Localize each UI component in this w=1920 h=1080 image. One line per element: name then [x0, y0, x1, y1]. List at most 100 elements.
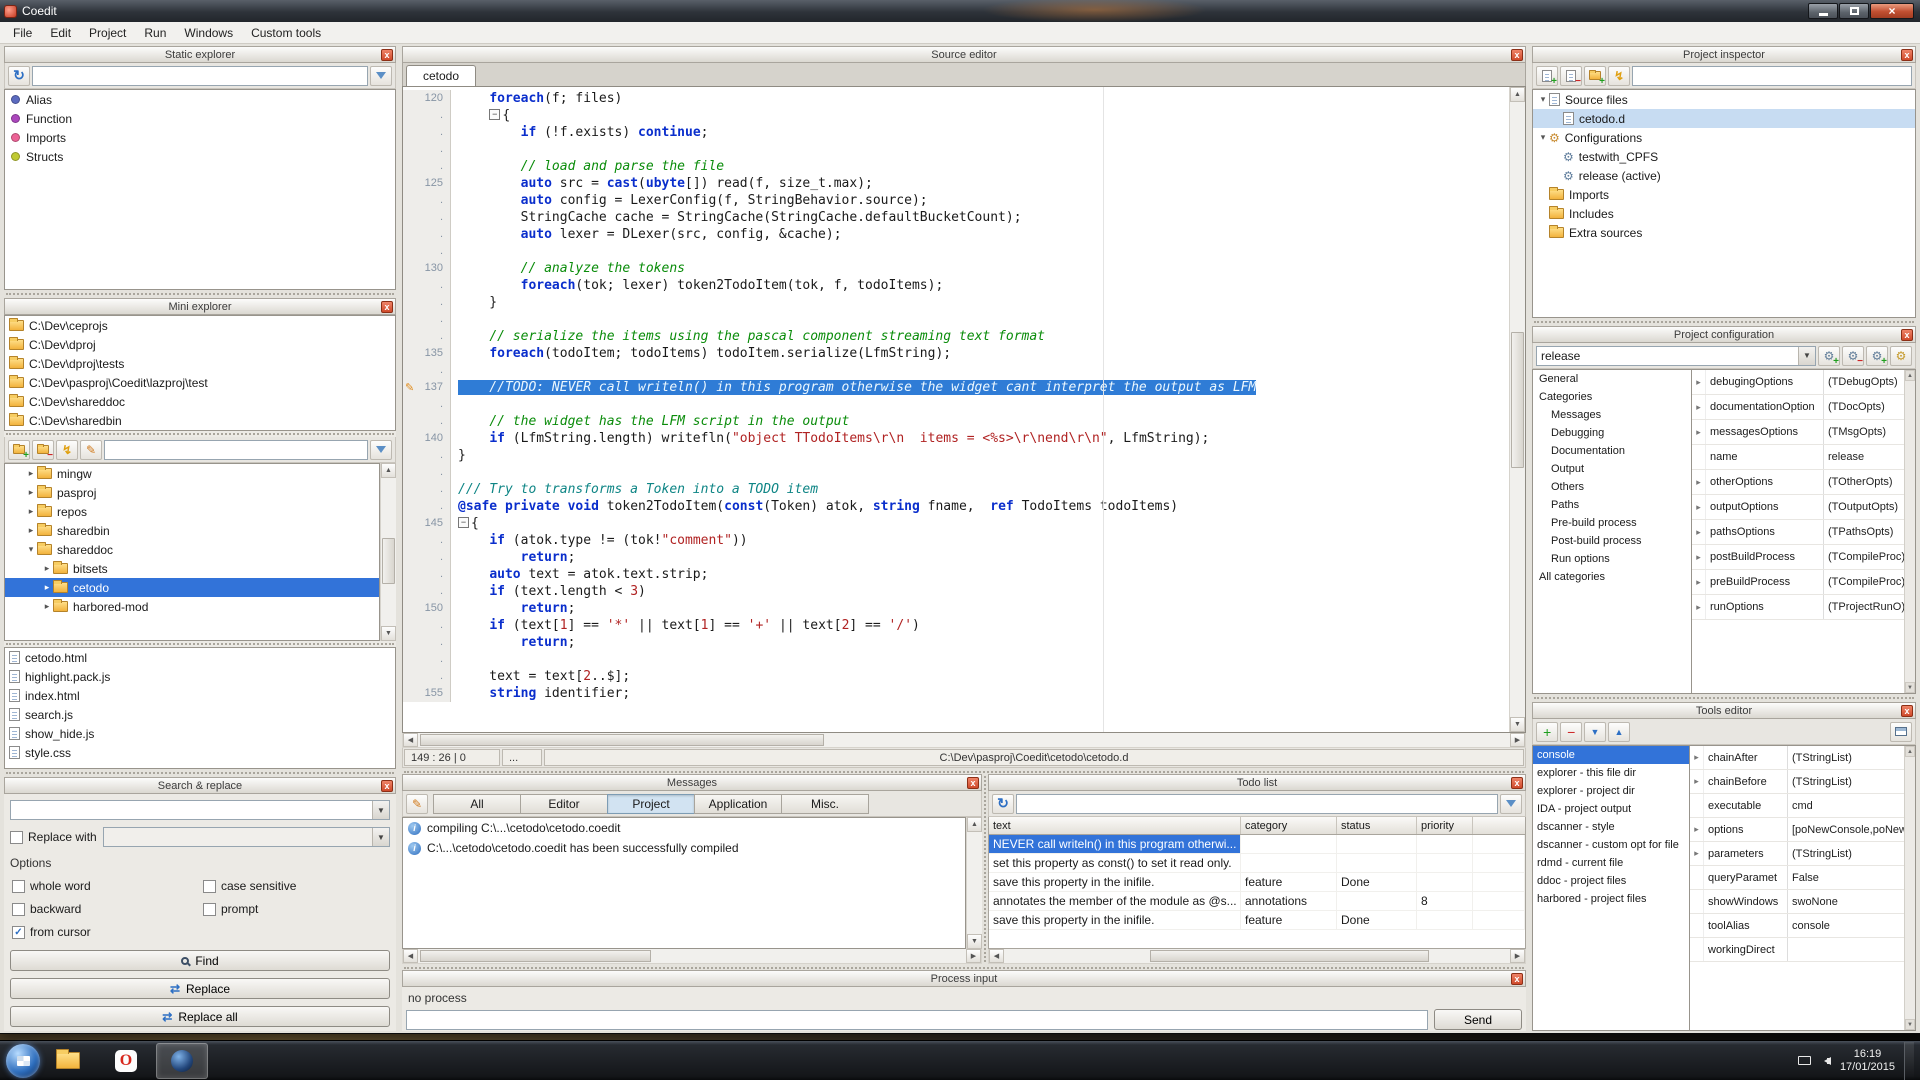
- todo-horizontal-scrollbar[interactable]: ◀ ▶: [988, 949, 1526, 964]
- gutter-cell[interactable]: .: [403, 209, 451, 226]
- messages-options-button[interactable]: ✎: [406, 794, 428, 814]
- code-line[interactable]: . auto lexer = DLexer(src, config, &cach…: [403, 226, 1509, 243]
- code-line[interactable]: 135 foreach(todoItem; todoItems) todoIte…: [403, 345, 1509, 362]
- inspector-filter-input[interactable]: [1632, 66, 1912, 86]
- explorer-tree-node[interactable]: ▾shareddoc: [5, 540, 379, 559]
- todo-table[interactable]: NEVER call writeln() in this program oth…: [988, 835, 1526, 949]
- code-line[interactable]: ✎137 //TODO: NEVER call writeln() in thi…: [403, 379, 1509, 396]
- messages-filter-editor[interactable]: Editor: [520, 794, 608, 814]
- property-row[interactable]: ▸preBuildProcess(TCompileProc): [1692, 570, 1904, 595]
- code-line[interactable]: .: [403, 362, 1509, 379]
- inspector-node[interactable]: ⚙testwith_CPFS: [1533, 147, 1915, 166]
- splitter-handle[interactable]: [4, 290, 396, 298]
- scroll-down-icon[interactable]: ▼: [1510, 717, 1525, 732]
- filter-button[interactable]: [370, 66, 392, 86]
- open-shell-button[interactable]: ↯: [56, 440, 78, 460]
- code-line[interactable]: . auto config = LexerConfig(f, StringBeh…: [403, 192, 1509, 209]
- tab-cetodo[interactable]: cetodo: [406, 65, 476, 86]
- project-wizard-button[interactable]: ↯: [1608, 66, 1630, 86]
- scroll-down-icon[interactable]: ▼: [1905, 1019, 1915, 1030]
- splitter-handle[interactable]: [4, 431, 396, 437]
- file-item[interactable]: show_hide.js: [5, 724, 395, 743]
- gutter-cell[interactable]: 140: [403, 430, 451, 447]
- messages-horizontal-scrollbar[interactable]: ◀ ▶: [402, 949, 982, 964]
- replace-with-checkbox[interactable]: Replace with: [10, 828, 97, 846]
- config-category-item[interactable]: Post-build process: [1533, 532, 1691, 550]
- gutter-cell[interactable]: .: [403, 396, 451, 413]
- inspector-node[interactable]: cetodo.d: [1533, 109, 1915, 128]
- property-row[interactable]: queryParametFalse: [1690, 866, 1904, 890]
- static-explorer-filter-input[interactable]: [32, 66, 368, 86]
- scroll-right-icon[interactable]: ▶: [1510, 733, 1525, 747]
- property-expander-icon[interactable]: ▸: [1692, 520, 1706, 544]
- gutter-cell[interactable]: .: [403, 668, 451, 685]
- tool-item[interactable]: rdmd - current file: [1533, 854, 1689, 872]
- favorite-folder-item[interactable]: C:\Dev\sharedbin: [5, 411, 395, 430]
- gutter-cell[interactable]: .: [403, 651, 451, 668]
- todo-row[interactable]: save this property in the inifile.featur…: [989, 911, 1525, 930]
- gutter-cell[interactable]: .: [403, 617, 451, 634]
- static-explorer-item[interactable]: Function: [5, 109, 395, 128]
- scroll-up-icon[interactable]: ▲: [1905, 370, 1915, 381]
- option-checkbox-backward[interactable]: backward: [12, 900, 199, 918]
- gutter-cell[interactable]: .: [403, 294, 451, 311]
- tool-item[interactable]: console: [1533, 746, 1689, 764]
- config-category-item[interactable]: General: [1533, 370, 1691, 388]
- explorer-tree-node[interactable]: ▸repos: [5, 502, 379, 521]
- scroll-down-icon[interactable]: ▼: [1905, 682, 1915, 693]
- tool-item[interactable]: ddoc - project files: [1533, 872, 1689, 890]
- scroll-right-icon[interactable]: ▶: [966, 949, 981, 963]
- remove-favorite-button[interactable]: −: [32, 440, 54, 460]
- add-source-button[interactable]: +: [1536, 66, 1558, 86]
- volume-icon[interactable]: [1820, 1057, 1831, 1065]
- code-line[interactable]: . return;: [403, 549, 1509, 566]
- scroll-thumb[interactable]: [420, 950, 651, 962]
- property-row[interactable]: ▸parameters(TStringList): [1690, 842, 1904, 866]
- messages-filter-all[interactable]: All: [433, 794, 521, 814]
- gutter-cell[interactable]: .: [403, 311, 451, 328]
- splitter-handle[interactable]: [1532, 318, 1916, 326]
- gutter-cell[interactable]: .: [403, 566, 451, 583]
- config-category-item[interactable]: Documentation: [1533, 442, 1691, 460]
- property-expander-icon[interactable]: ▸: [1692, 545, 1706, 569]
- fold-marker-icon[interactable]: −: [489, 109, 500, 120]
- menu-item-edit[interactable]: Edit: [41, 23, 80, 43]
- gutter-cell[interactable]: 120: [403, 90, 451, 107]
- code-line[interactable]: 125 auto src = cast(ubyte[]) read(f, siz…: [403, 175, 1509, 192]
- splitter-handle[interactable]: [4, 769, 396, 777]
- gutter-cell[interactable]: 135: [403, 345, 451, 362]
- property-expander-icon[interactable]: ▸: [1692, 595, 1706, 619]
- property-expander-icon[interactable]: ▸: [1692, 570, 1706, 594]
- property-row[interactable]: ▸runOptions(TProjectRunO): [1692, 595, 1904, 620]
- expander-icon[interactable]: ▸: [25, 468, 37, 479]
- gutter-cell[interactable]: .: [403, 481, 451, 498]
- project-tree[interactable]: ▾Source filescetodo.d▾⚙Configurations⚙te…: [1532, 89, 1916, 318]
- todo-row[interactable]: annotates the member of the module as @s…: [989, 892, 1525, 911]
- close-button[interactable]: ×: [1870, 3, 1914, 19]
- messages-vertical-scrollbar[interactable]: ▲ ▼: [966, 817, 982, 949]
- remove-configuration-button[interactable]: ⚙−: [1842, 346, 1864, 366]
- editor-horizontal-scrollbar[interactable]: ◀ ▶: [402, 733, 1526, 748]
- code-line[interactable]: . auto text = atok.text.strip;: [403, 566, 1509, 583]
- filter-button[interactable]: [370, 440, 392, 460]
- close-panel-icon[interactable]: x: [1901, 329, 1913, 341]
- code-line[interactable]: . if (!f.exists) continue;: [403, 124, 1509, 141]
- config-category-item[interactable]: Categories: [1533, 388, 1691, 406]
- messages-filter-application[interactable]: Application: [694, 794, 782, 814]
- code-line[interactable]: .@safe private void token2TodoItem(const…: [403, 498, 1509, 515]
- close-panel-icon[interactable]: x: [381, 780, 393, 792]
- gutter-cell[interactable]: .: [403, 277, 451, 294]
- taskbar-clock[interactable]: 16:19 17/01/2015: [1840, 1048, 1895, 1074]
- gutter-cell[interactable]: .: [403, 192, 451, 209]
- window-titlebar[interactable]: Coedit ×: [0, 0, 1920, 22]
- gutter-cell[interactable]: .: [403, 124, 451, 141]
- property-expander-icon[interactable]: ▸: [1692, 370, 1706, 394]
- close-panel-icon[interactable]: x: [1511, 777, 1523, 789]
- filter-button[interactable]: [1500, 794, 1522, 814]
- add-tool-button[interactable]: +: [1536, 722, 1558, 742]
- menu-item-run[interactable]: Run: [135, 23, 175, 43]
- replace-all-button[interactable]: ⇄ Replace all: [10, 1006, 390, 1027]
- static-explorer-list[interactable]: AliasFunctionImportsStructs: [4, 89, 396, 290]
- property-row[interactable]: ▸postBuildProcess(TCompileProc): [1692, 545, 1904, 570]
- grid-scrollbar[interactable]: ▲▼: [1904, 370, 1915, 693]
